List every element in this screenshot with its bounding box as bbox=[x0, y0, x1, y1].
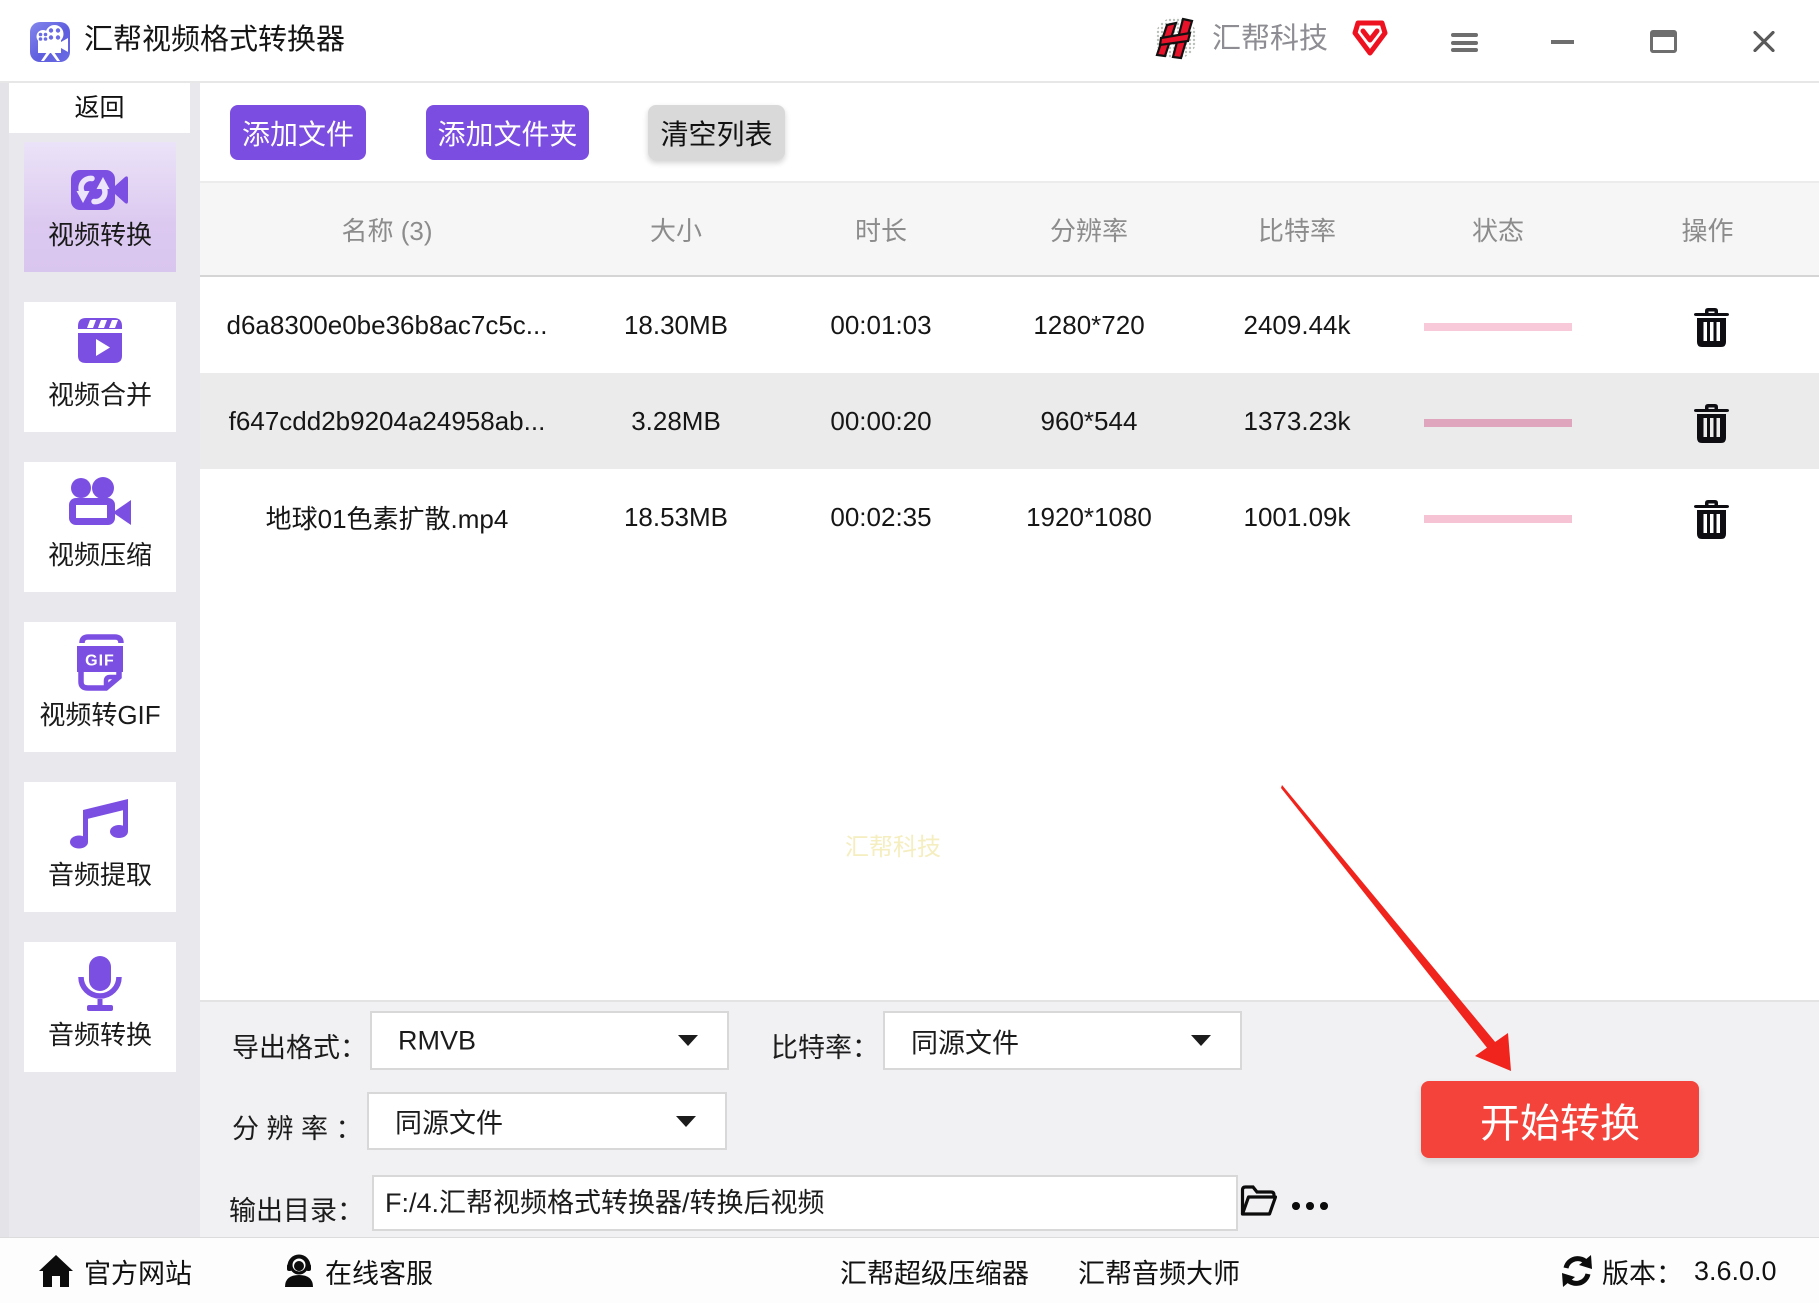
svg-text:GIF: GIF bbox=[85, 653, 115, 670]
